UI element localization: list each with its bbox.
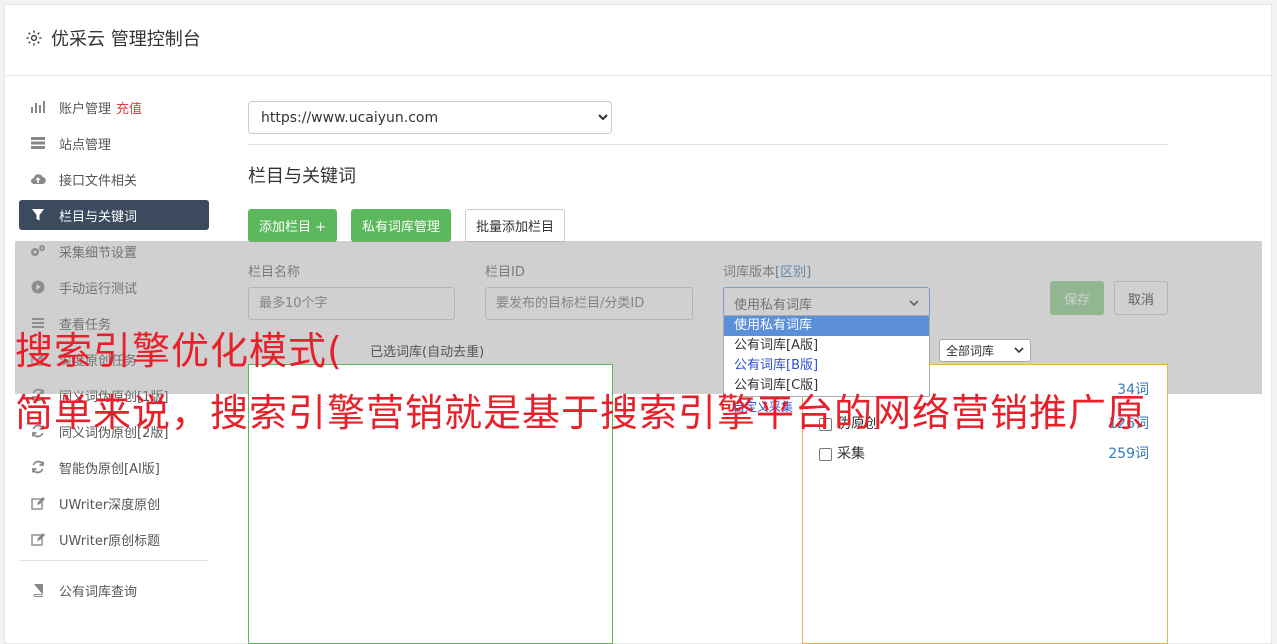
lib-option[interactable]: 使用私有词库 <box>724 316 929 336</box>
lib-name-text: 采集 <box>837 446 865 462</box>
lib-option[interactable]: 公有词库[A版] <box>724 336 929 356</box>
sidebar-item-label: 账户管理 <box>59 101 112 117</box>
action-buttons: 添加栏目 + 私有词库管理 批量添加栏目 <box>248 209 566 242</box>
sidebar-item-public-lib[interactable]: 公有词库查询 <box>19 575 209 605</box>
recharge-link[interactable]: 充值 <box>116 98 142 117</box>
lib-count: 259词 <box>1108 446 1149 462</box>
server-icon <box>30 135 46 151</box>
bar-chart-icon <box>30 99 46 115</box>
batch-add-button[interactable]: 批量添加栏目 <box>465 209 566 242</box>
edit-icon <box>30 531 46 547</box>
gear-icon <box>26 30 42 46</box>
all-libs-select[interactable]: 全部词库 <box>939 339 1031 362</box>
checkbox[interactable] <box>819 447 832 461</box>
sidebar-item-account[interactable]: 账户管理 充值 <box>19 92 209 122</box>
divider <box>248 144 1168 145</box>
sidebar-item-interface[interactable]: 接口文件相关 <box>19 164 209 194</box>
watermark-line-2: 简单来说，搜索引擎营销就是基于搜索引擎平台的网络营销推广原 <box>15 391 1147 435</box>
selected-lib-label: 已选词库(自动去重) <box>370 345 485 360</box>
edit-icon <box>30 495 46 511</box>
lib-name: 采集 <box>819 443 865 463</box>
section-title: 栏目与关键词 <box>248 166 356 187</box>
sidebar-item-uwriter-title[interactable]: UWriter原创标题 <box>19 524 209 554</box>
header: 优采云 管理控制台 <box>5 5 1271 76</box>
sidebar-divider <box>19 560 209 561</box>
sidebar-item-label: 栏目与关键词 <box>59 209 138 225</box>
sidebar-item-label: 公有词库查询 <box>59 584 138 600</box>
sidebar-item-label: UWriter深度原创 <box>59 497 161 513</box>
sidebar-item-label: 智能伪原创[AI版] <box>59 461 160 477</box>
refresh-icon <box>30 459 46 475</box>
sidebar-item-label: UWriter原创标题 <box>59 533 161 549</box>
book-icon <box>30 582 46 598</box>
lib-row[interactable]: 采集 259词 <box>819 443 1149 463</box>
sidebar-item-label: 接口文件相关 <box>59 173 138 189</box>
app-title: 优采云 管理控制台 <box>51 29 201 50</box>
site-select[interactable]: https://www.ucaiyun.com <box>248 101 612 134</box>
sidebar-item-uwriter-deep[interactable]: UWriter深度原创 <box>19 488 209 518</box>
private-lib-button[interactable]: 私有词库管理 <box>351 209 452 242</box>
sidebar-item-columns[interactable]: 栏目与关键词 <box>19 200 209 230</box>
page-title: 优采云 管理控制台 <box>25 25 201 51</box>
add-column-button[interactable]: 添加栏目 + <box>248 209 338 242</box>
watermark-line-1: 搜索引擎优化模式( <box>15 329 343 373</box>
filter-icon <box>30 207 46 223</box>
all-libs-value: 全部词库 <box>946 344 995 358</box>
sidebar-item-sites[interactable]: 站点管理 <box>19 128 209 158</box>
chevron-down-icon <box>1014 347 1024 354</box>
cloud-upload-icon <box>30 171 46 187</box>
lib-option[interactable]: 公有词库[B版] <box>724 356 929 376</box>
sidebar-item-label: 站点管理 <box>59 137 112 153</box>
sidebar-item-ai-rewrite[interactable]: 智能伪原创[AI版] <box>19 452 209 482</box>
